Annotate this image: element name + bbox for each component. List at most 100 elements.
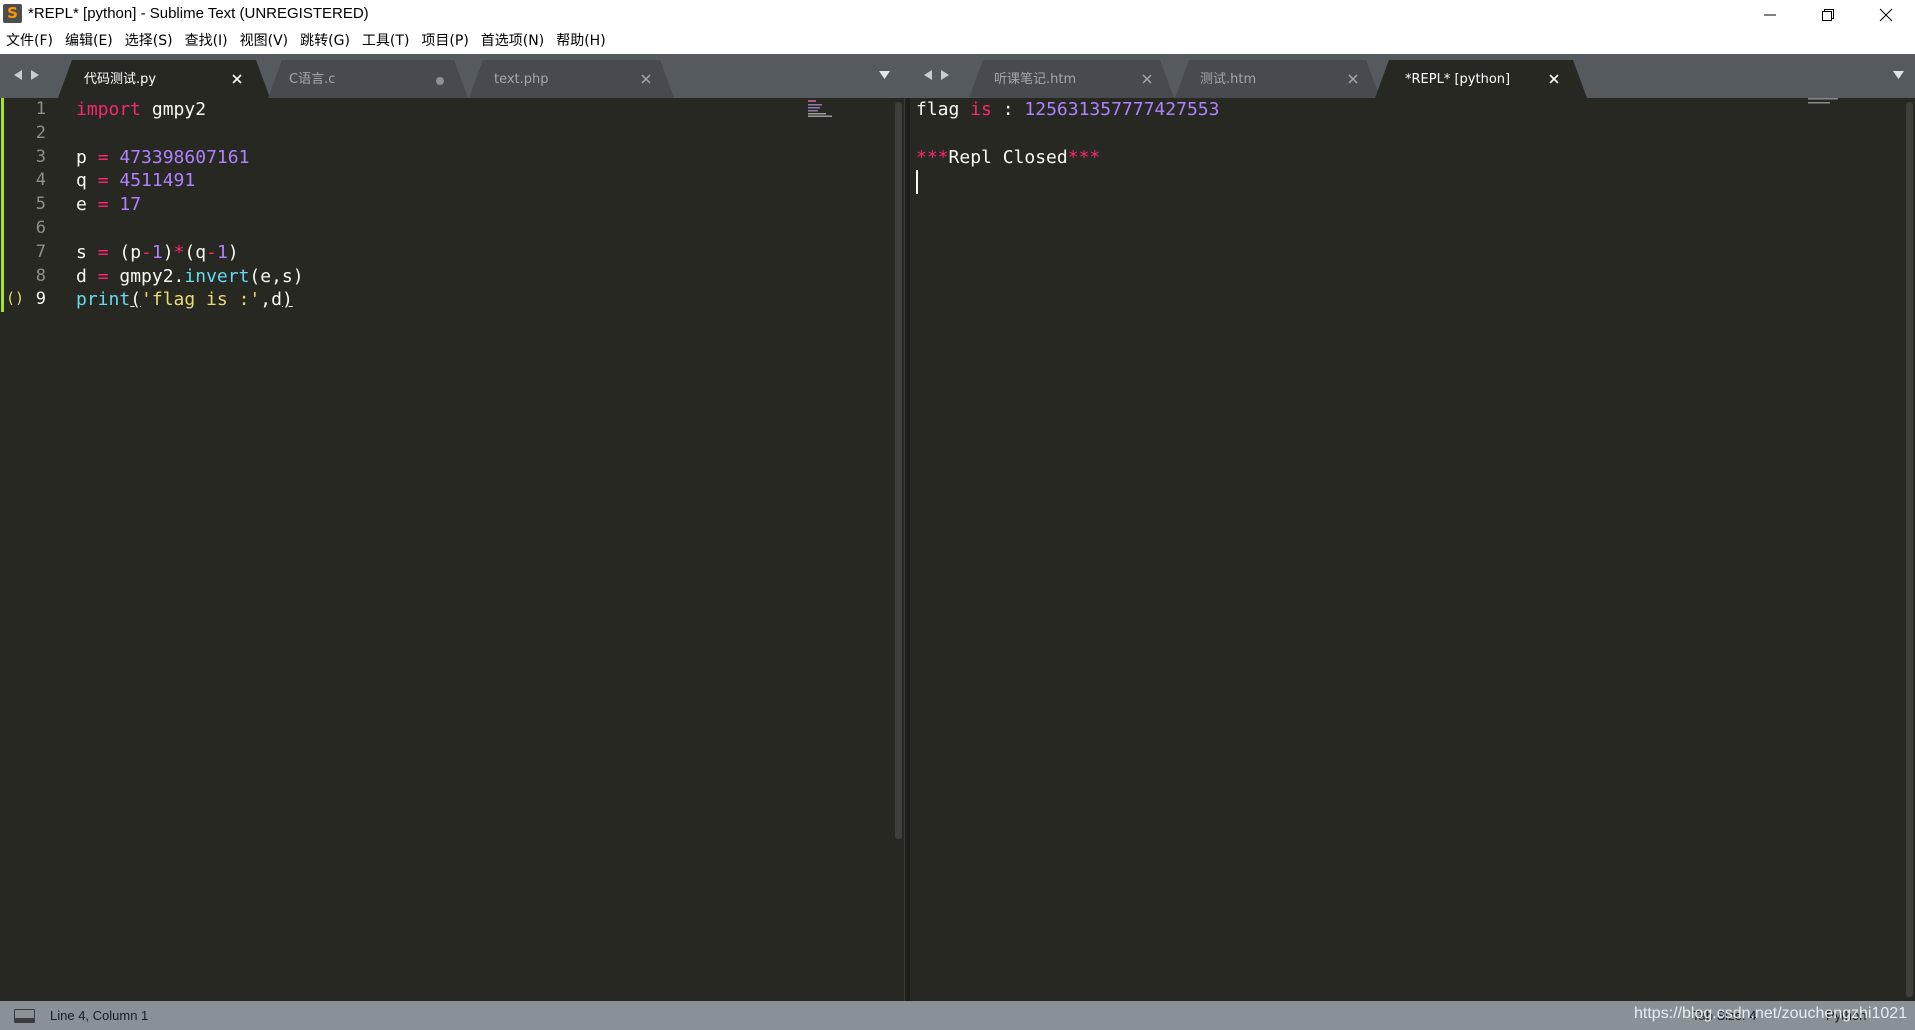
code-text: (e,s) (249, 265, 304, 287)
line-gutter: () 1 2 3 4 5 6 7 8 9 (0, 98, 56, 1001)
close-icon (1879, 8, 1893, 21)
menu-project[interactable]: 项目(P) (421, 29, 468, 54)
tab-next-icon[interactable] (940, 69, 950, 81)
tab-lecture-notes-htm[interactable]: 听课笔记.htm (969, 60, 1174, 98)
close-button[interactable] (1857, 0, 1915, 29)
line-number: 5 (35, 194, 46, 215)
right-tab-nav (923, 69, 950, 81)
number-literal: 1 (216, 241, 228, 263)
menu-view[interactable]: 视图(V) (240, 29, 289, 54)
window-title: *REPL* [python] - Sublime Text (UNREGIST… (28, 5, 369, 22)
keyword: is (970, 99, 992, 120)
menu-tools[interactable]: 工具(T) (362, 29, 409, 54)
repl-output-line-1: flag is : 125631357777427553 (916, 98, 1219, 122)
code-line-7: s = (p-1)*(q-1) (76, 241, 239, 265)
tab-code-test-py[interactable]: 代码测试.py (58, 60, 270, 98)
panel-switcher-icon[interactable] (14, 1009, 35, 1023)
repl-closed-text: Repl Closed (948, 146, 1068, 168)
number-literal: 473398607161 (119, 146, 250, 168)
operator: = (97, 146, 109, 168)
asterisks: *** (1067, 146, 1101, 168)
vertical-scrollbar[interactable] (1906, 102, 1913, 997)
code-text: gmpy2. (108, 265, 185, 287)
menu-bar: 文件(F) 编辑(E) 选择(S) 查找(I) 视图(V) 跳转(G) 工具(T… (0, 29, 1915, 54)
vertical-scrollbar[interactable] (895, 102, 902, 839)
line-number: 2 (35, 122, 46, 143)
operator: - (206, 241, 217, 263)
title-bar: S *REPL* [python] - Sublime Text (UNREGI… (0, 0, 1915, 29)
menu-goto[interactable]: 跳转(G) (300, 29, 350, 54)
tab-label: *REPL* [python] (1405, 72, 1511, 87)
unsaved-dot-icon[interactable] (436, 77, 444, 85)
line-number: 9 (35, 289, 46, 310)
cursor-position: Line 4, Column 1 (50, 1008, 149, 1023)
left-tab-nav (13, 69, 40, 81)
operator: = (97, 241, 109, 263)
close-icon[interactable] (1141, 73, 1153, 85)
code-text: (q (184, 241, 207, 263)
code-text: flag (916, 99, 971, 120)
matched-bracket: ( (130, 289, 142, 311)
status-bar: Line 4, Column 1 Tab Size: 4 Python http… (0, 1001, 1915, 1030)
tab-label: C语言.c (289, 72, 336, 87)
tab-prev-icon[interactable] (13, 69, 23, 81)
tab-repl-python[interactable]: *REPL* [python] (1375, 60, 1587, 98)
menu-find[interactable]: 查找(I) (185, 29, 228, 54)
operator: = (97, 265, 109, 287)
function-call: print (76, 289, 131, 311)
tab-label: 测试.htm (1200, 72, 1257, 87)
tab-label: text.php (494, 72, 549, 87)
line-number: 7 (35, 241, 46, 262)
close-icon[interactable] (1548, 73, 1560, 85)
menu-selection[interactable]: 选择(S) (125, 29, 173, 54)
matched-bracket: ) (281, 289, 293, 311)
code-line-8: d = gmpy2.invert(e,s) (76, 265, 304, 289)
code-text: ,d (260, 289, 282, 311)
code-line-1: import gmpy2 (76, 98, 206, 122)
operator: = (97, 194, 109, 216)
code-text: ) (162, 241, 174, 263)
restore-button[interactable] (1799, 0, 1857, 29)
operator: - (141, 241, 152, 263)
close-icon[interactable] (640, 73, 652, 85)
repl-closed-line: ***Repl Closed*** (916, 146, 1100, 170)
code-line-5: e = 17 (76, 193, 141, 217)
close-icon[interactable] (1347, 73, 1359, 85)
minimize-button[interactable] (1741, 0, 1799, 29)
code-text: : (991, 99, 1025, 120)
tab-label: 听课笔记.htm (994, 72, 1077, 87)
number-literal: 125631357777427553 (1024, 99, 1220, 120)
minimap[interactable] (808, 100, 834, 118)
menu-file[interactable]: 文件(F) (6, 29, 53, 54)
tab-test-htm[interactable]: 测试.htm (1175, 60, 1380, 98)
close-icon[interactable] (231, 73, 243, 85)
string-literal: 'flag is :' (141, 289, 261, 311)
minimize-icon (1764, 14, 1776, 15)
code-text: q (76, 170, 98, 192)
function-call: invert (184, 265, 250, 287)
minimap[interactable] (1808, 98, 1838, 106)
code-text: s (76, 241, 98, 263)
menu-preferences[interactable]: 首选项(N) (481, 29, 544, 54)
tab-dropdown-icon[interactable] (1892, 70, 1905, 80)
app-icon-glyph: S (7, 4, 18, 22)
tab-prev-icon[interactable] (923, 69, 933, 81)
code-text: p (76, 146, 98, 168)
operator: * (173, 241, 185, 263)
asterisks: *** (916, 146, 949, 168)
code-line-4: q = 4511491 (76, 169, 195, 193)
restore-icon (1822, 8, 1834, 21)
tab-dropdown-icon[interactable] (878, 70, 891, 80)
line-number: 6 (35, 218, 46, 238)
operator: = (97, 170, 109, 192)
tab-next-icon[interactable] (30, 69, 40, 81)
left-editor[interactable]: () 1 2 3 4 5 6 7 8 9 import gmpy2 p = 47… (0, 98, 904, 1001)
code-text: (p (108, 241, 142, 263)
line-number: 1 (35, 99, 46, 119)
tab-c-language[interactable]: C语言.c (268, 60, 468, 98)
menu-help[interactable]: 帮助(H) (556, 29, 605, 54)
modified-lines-marker (1, 98, 4, 312)
menu-edit[interactable]: 编辑(E) (65, 29, 113, 54)
repl-output-pane[interactable]: flag is : 125631357777427553 ***Repl Clo… (910, 98, 1915, 1001)
tab-text-php[interactable]: text.php (469, 60, 674, 98)
